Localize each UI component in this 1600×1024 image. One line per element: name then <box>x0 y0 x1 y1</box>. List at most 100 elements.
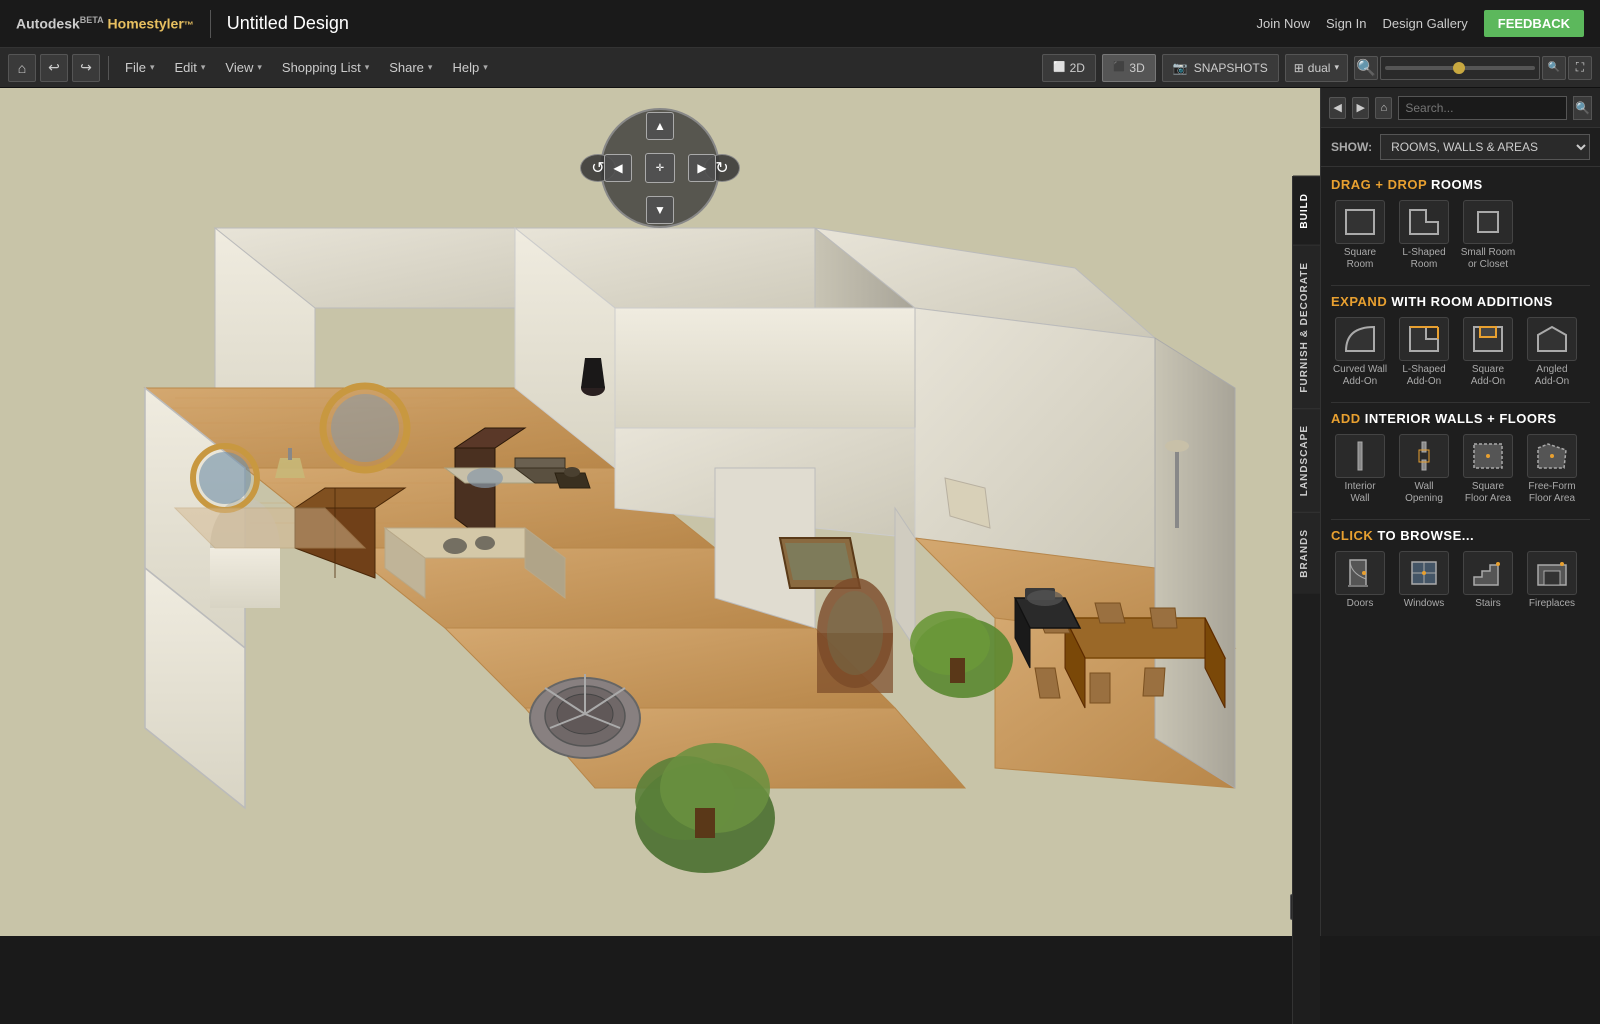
curved-wall-icon <box>1335 317 1385 361</box>
undo-button[interactable]: ↩ <box>40 54 68 82</box>
share-menu[interactable]: Share ▾ <box>381 54 440 82</box>
panel-forward-button[interactable]: ▶ <box>1352 97 1369 119</box>
view-menu[interactable]: View ▾ <box>217 54 269 82</box>
shopping-list-arrow: ▾ <box>365 62 370 73</box>
view-3d-icon: ⬛ <box>1113 62 1125 73</box>
rooms-label: ROOMS <box>1431 177 1483 192</box>
build-tab[interactable]: BUILD <box>1293 176 1320 245</box>
trademark: ™ <box>184 21 194 32</box>
zoom-slider[interactable] <box>1380 56 1540 80</box>
l-shaped-room-label: L-ShapedRoom <box>1402 247 1445 271</box>
panel-back-button[interactable]: ◀ <box>1329 97 1346 119</box>
zoom-in-button[interactable]: 🔍 <box>1542 56 1566 80</box>
small-room-label: Small Roomor Closet <box>1461 247 1515 271</box>
top-bar: AutodeskBETA Homestyler™ Untitled Design… <box>0 0 1600 48</box>
panel-home-button[interactable]: ⌂ <box>1375 97 1392 119</box>
interior-wall-label: InteriorWall <box>1344 481 1375 505</box>
interior-wall-icon <box>1335 434 1385 478</box>
panel-header: ◀ ▶ ⌂ 🔍 <box>1321 88 1600 128</box>
l-shaped-addon-label: L-ShapedAdd-On <box>1402 364 1445 388</box>
file-menu[interactable]: File ▾ <box>117 54 162 82</box>
expand-title: EXPAND WITH ROOM ADDITIONS <box>1331 294 1590 309</box>
freeform-floor-icon <box>1527 434 1577 478</box>
file-menu-arrow: ▾ <box>150 62 155 73</box>
zoom-controls: 🔍 🔍 ⛶ <box>1354 56 1592 80</box>
fireplaces-label: Fireplaces <box>1529 598 1575 610</box>
fullscreen-button[interactable]: ⛶ <box>1568 56 1592 80</box>
help-menu-arrow: ▾ <box>483 62 488 73</box>
view-menu-arrow: ▾ <box>257 62 262 73</box>
logo-area: AutodeskBETA Homestyler™ <box>16 15 194 32</box>
canvas-area[interactable]: ↺ ↻ ▲ ▼ ◀ ▶ ✛ 🔍 <box>0 88 1320 936</box>
windows-label: Windows <box>1404 598 1445 610</box>
view-2d-button[interactable]: ⬜ 2D <box>1042 54 1096 82</box>
doors-label: Doors <box>1347 598 1374 610</box>
wall-opening-icon <box>1399 434 1449 478</box>
snapshots-button[interactable]: 📷 SNAPSHOTS <box>1162 54 1279 82</box>
wall-opening-label: WallOpening <box>1405 481 1443 505</box>
landscape-tab[interactable]: LANDSCAPE <box>1293 408 1320 512</box>
square-floor-item[interactable]: SquareFloor Area <box>1459 434 1517 505</box>
top-right-actions: Join Now Sign In Design Gallery FEEDBACK <box>1257 10 1584 37</box>
nav-left-button[interactable]: ◀ <box>604 154 632 182</box>
square-addon-icon <box>1463 317 1513 361</box>
nav-up-button[interactable]: ▲ <box>646 112 674 140</box>
dual-button[interactable]: ⊞ dual ▾ <box>1285 54 1348 82</box>
zoom-out-button[interactable]: 🔍 <box>1354 56 1378 80</box>
sign-in-link[interactable]: Sign In <box>1326 16 1366 31</box>
l-shaped-addon-item[interactable]: L-ShapedAdd-On <box>1395 317 1453 388</box>
click-label: CLICK <box>1331 528 1373 543</box>
curved-wall-item[interactable]: Curved WallAdd-On <box>1331 317 1389 388</box>
design-title: Untitled Design <box>227 13 349 34</box>
room-additions-label: WITH ROOM ADDITIONS <box>1391 294 1552 309</box>
square-floor-icon <box>1463 434 1513 478</box>
l-shaped-room-icon <box>1399 200 1449 244</box>
design-gallery-link[interactable]: Design Gallery <box>1383 16 1468 31</box>
angled-addon-item[interactable]: AngledAdd-On <box>1523 317 1581 388</box>
stairs-item[interactable]: Stairs <box>1459 551 1517 610</box>
panel-search-button[interactable]: 🔍 <box>1573 96 1592 120</box>
wall-opening-item[interactable]: WallOpening <box>1395 434 1453 505</box>
browse-section: CLICK TO BROWSE... <box>1331 528 1590 610</box>
small-room-item[interactable]: Small Roomor Closet <box>1459 200 1517 271</box>
additions-grid: Curved WallAdd-On L-ShapedAdd-On <box>1331 317 1590 388</box>
nav-right-button[interactable]: ▶ <box>688 154 716 182</box>
edit-menu[interactable]: Edit ▾ <box>166 54 213 82</box>
square-room-icon <box>1335 200 1385 244</box>
view-2d-label: 2D <box>1070 61 1085 75</box>
expand-label: EXPAND <box>1331 294 1387 309</box>
interior-wall-item[interactable]: InteriorWall <box>1331 434 1389 505</box>
brands-tab[interactable]: BRANDS <box>1293 512 1320 594</box>
navigation-controls: ↺ ↻ ▲ ▼ ◀ ▶ ✛ <box>600 108 720 228</box>
help-menu[interactable]: Help ▾ <box>444 54 495 82</box>
home-button[interactable]: ⌂ <box>8 54 36 82</box>
interior-walls-label: INTERIOR WALLS + FLOORS <box>1365 411 1557 426</box>
view-3d-button[interactable]: ⬛ 3D <box>1102 54 1156 82</box>
nav-down-button[interactable]: ▼ <box>646 196 674 224</box>
doors-item[interactable]: Doors <box>1331 551 1389 610</box>
stairs-icon <box>1463 551 1513 595</box>
panel-content: DRAG + DROP ROOMS SquareRoom <box>1321 167 1600 936</box>
square-floor-label: SquareFloor Area <box>1465 481 1511 505</box>
shopping-list-menu[interactable]: Shopping List ▾ <box>274 54 377 82</box>
show-dropdown[interactable]: ROOMS, WALLS & AREAS ALL FLOORS ONLY <box>1380 134 1590 160</box>
furnish-tab[interactable]: FURNISH & DECORATE <box>1293 245 1320 409</box>
to-browse-label: TO BROWSE... <box>1377 528 1474 543</box>
angled-addon-label: AngledAdd-On <box>1535 364 1569 388</box>
square-room-item[interactable]: SquareRoom <box>1331 200 1389 271</box>
windows-item[interactable]: Windows <box>1395 551 1453 610</box>
square-addon-label: SquareAdd-On <box>1471 364 1505 388</box>
fireplaces-item[interactable]: Fireplaces <box>1523 551 1581 610</box>
freeform-floor-item[interactable]: Free-FormFloor Area <box>1523 434 1581 505</box>
redo-button[interactable]: ↪ <box>72 54 100 82</box>
toolbar-separator-1 <box>108 56 109 80</box>
zoom-thumb[interactable] <box>1453 62 1465 74</box>
drag-rooms-section: DRAG + DROP ROOMS SquareRoom <box>1331 177 1590 271</box>
zoom-track <box>1385 66 1535 70</box>
square-addon-item[interactable]: SquareAdd-On <box>1459 317 1517 388</box>
l-shaped-room-item[interactable]: L-ShapedRoom <box>1395 200 1453 271</box>
nav-center-button[interactable]: ✛ <box>645 153 675 183</box>
join-now-link[interactable]: Join Now <box>1257 16 1310 31</box>
panel-search-input[interactable] <box>1398 96 1567 120</box>
feedback-button[interactable]: FEEDBACK <box>1484 10 1584 37</box>
